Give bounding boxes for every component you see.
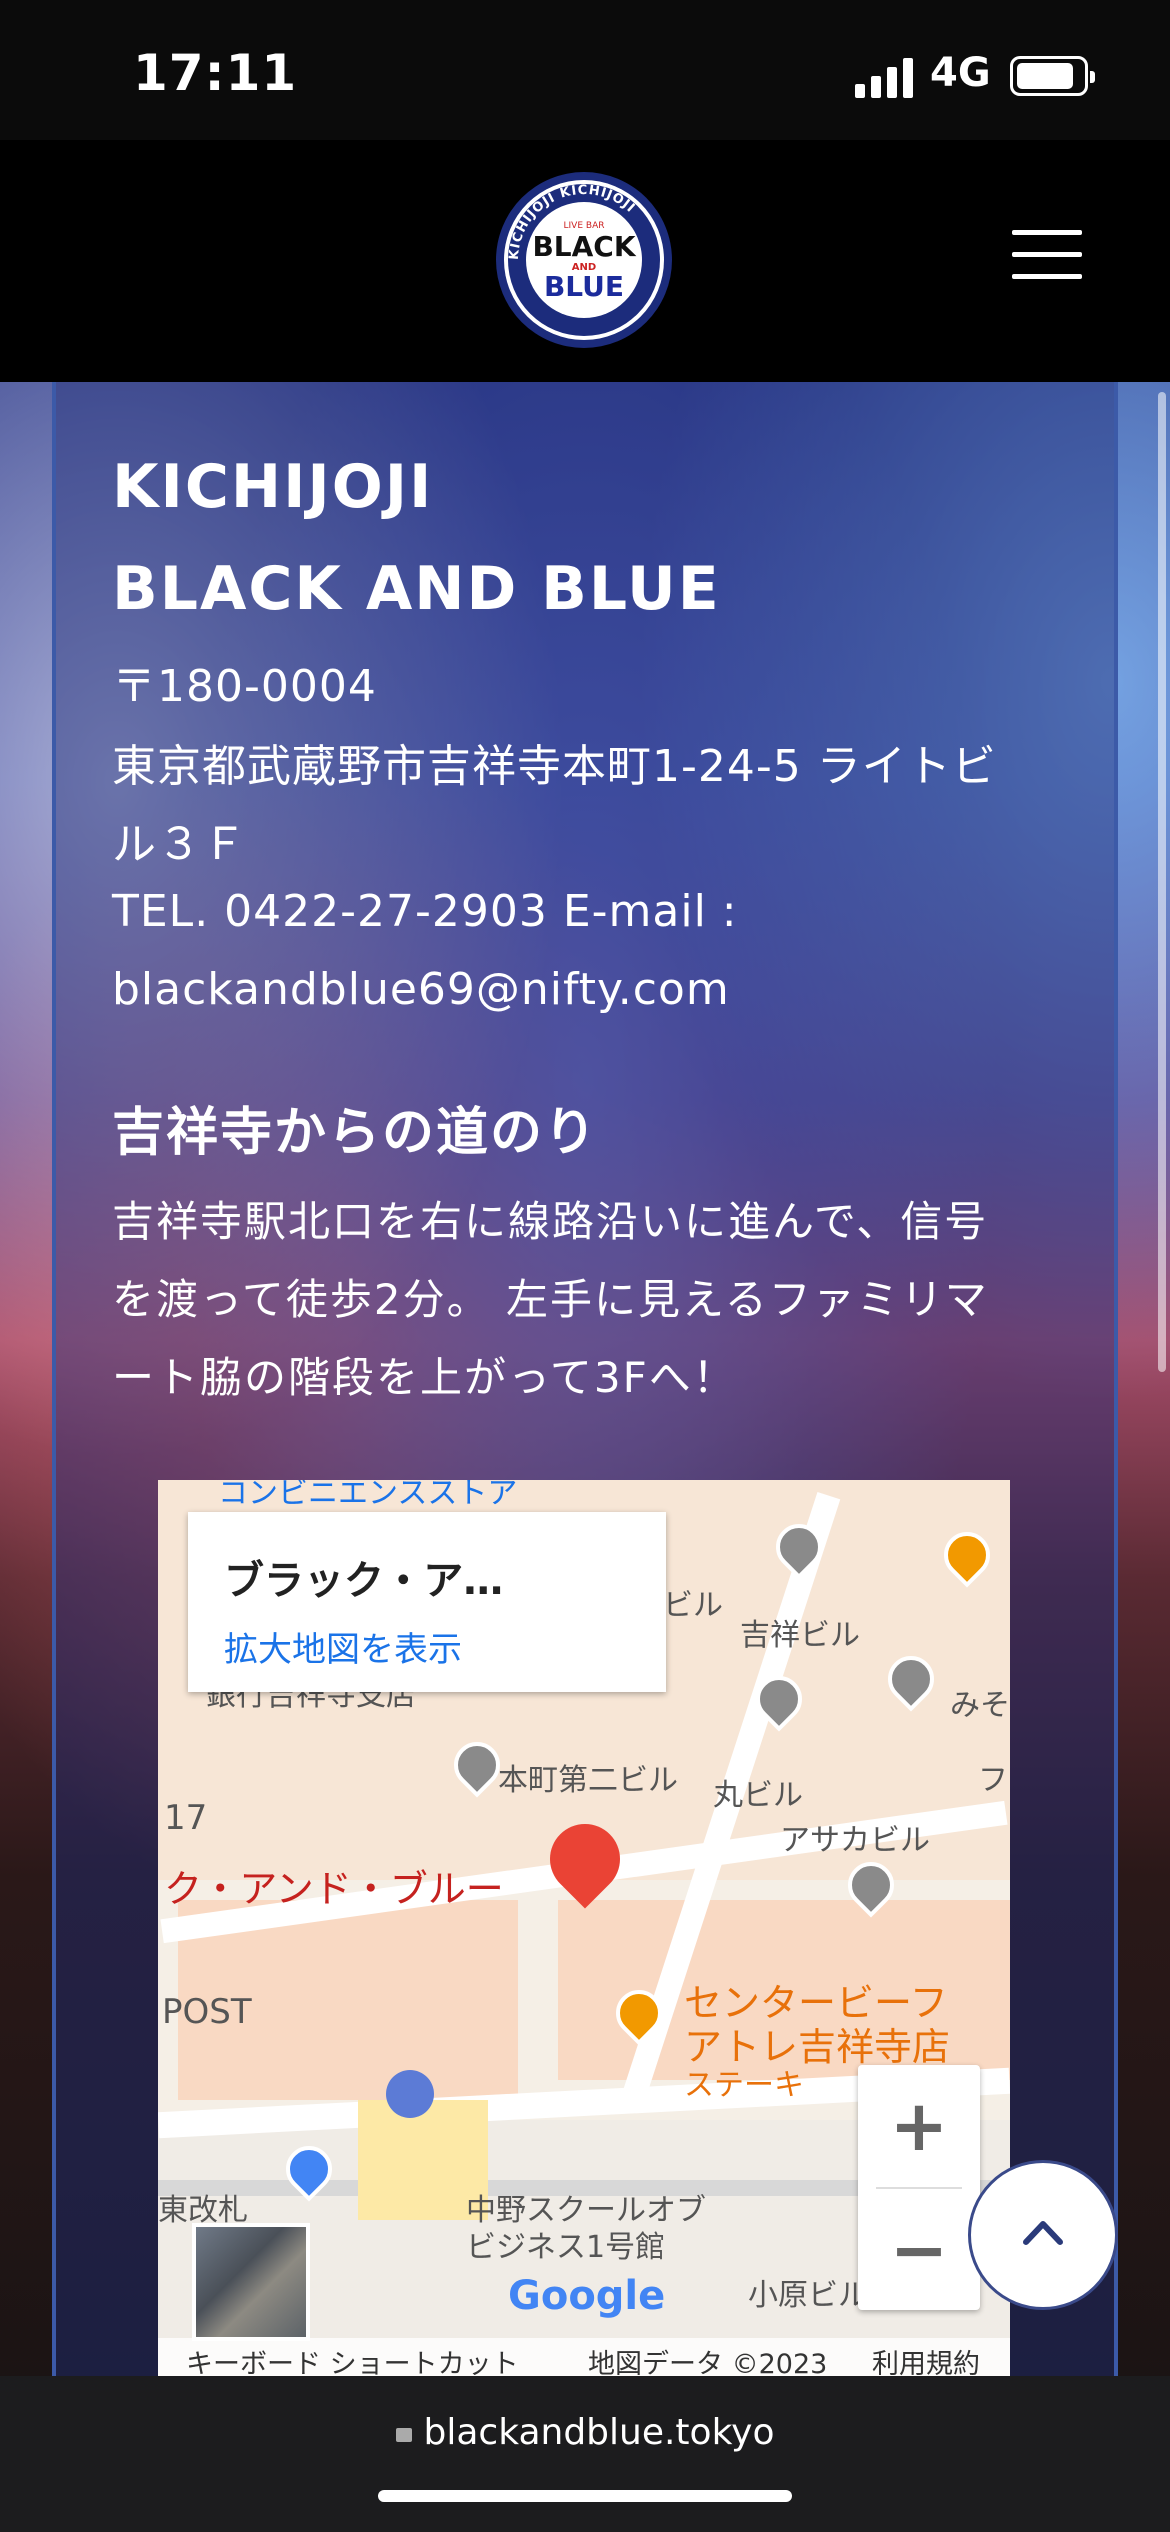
- postal-code: 〒180-0004: [112, 661, 377, 712]
- network-label: 4G: [930, 50, 991, 96]
- chevron-up-icon: [1023, 2221, 1063, 2245]
- map-label: みそ: [950, 1688, 1010, 1723]
- page-scrollbar[interactable]: [1158, 392, 1166, 1372]
- google-logo: Google: [508, 2273, 666, 2319]
- status-time: 17:11: [133, 44, 298, 102]
- map-label: 小原ビル: [748, 2278, 868, 2313]
- map-label: コンビニエンスストア: [218, 1480, 518, 1511]
- place-name: ブラック・ア…: [224, 1558, 504, 1604]
- map-label: POST: [162, 1992, 252, 2032]
- signal-icon: [855, 58, 913, 98]
- map-label: 丸ビル: [713, 1778, 803, 1813]
- map-label: ビル: [663, 1588, 723, 1623]
- map-label: 本町第二ビル: [498, 1763, 678, 1798]
- directions-line1: 吉祥寺駅北口を右に線路沿いに進んで、信号: [112, 1197, 989, 1246]
- address-line2: ル３Ｆ: [112, 819, 247, 870]
- directions-line2: を渡って徒歩2分。 左手に見えるファミリマ: [112, 1275, 989, 1324]
- map-label: アサカビル: [780, 1823, 930, 1858]
- browser-bottom-bar: blackandblue.tokyo: [0, 2376, 1170, 2532]
- directions-line3: ート脇の階段を上がって3Fへ！: [112, 1353, 737, 1402]
- map-label: 17: [164, 1798, 208, 1838]
- site-header: KICHIJOJI KICHIJOJI LIVE BAR BLACK AND B…: [0, 140, 1170, 382]
- google-map[interactable]: コンビニエンスストア 銀行吉祥寺支店 ビル 吉祥ビル みそ 本町第二ビル 丸ビル…: [158, 1480, 1010, 2376]
- back-to-top-button[interactable]: [968, 2160, 1118, 2310]
- view-larger-map-link[interactable]: 拡大地図を表示: [224, 1622, 462, 1671]
- lock-icon: [395, 2428, 412, 2442]
- transit-icon[interactable]: [386, 2070, 434, 2118]
- map-label: 吉祥ビル: [740, 1618, 860, 1653]
- satellite-view-toggle[interactable]: [192, 2223, 310, 2341]
- hamburger-menu-icon[interactable]: [1012, 230, 1082, 280]
- map-data-label: 地図データ ©2023: [588, 2349, 828, 2376]
- home-indicator[interactable]: [378, 2490, 792, 2502]
- email-link[interactable]: blackandblue69@nifty.com: [112, 964, 730, 1015]
- directions-heading: 吉祥寺からの道のり: [112, 1103, 599, 1163]
- tel-line[interactable]: TEL. 0422-27-2903 E-mail :: [112, 886, 738, 937]
- zoom-controls: + −: [858, 2065, 980, 2310]
- address-line1: 東京都武蔵野市吉祥寺本町1-24-5 ライトビ: [112, 741, 997, 792]
- venue-title-line2: BLACK AND BLUE: [112, 554, 721, 624]
- restaurant-category: ステーキ: [684, 2068, 804, 2103]
- status-bar: 17:11 4G: [0, 0, 1170, 140]
- terms-link[interactable]: 利用規約: [872, 2342, 980, 2376]
- zoom-in-button[interactable]: +: [858, 2065, 980, 2187]
- map-attribution: キーボード ショートカット 地図データ ©2023 利用規約: [158, 2338, 1010, 2376]
- address-bar[interactable]: blackandblue.tokyo: [0, 2412, 1170, 2453]
- svg-text:BLACK: BLACK: [532, 230, 636, 263]
- svg-text:BLUE: BLUE: [544, 270, 624, 303]
- map-info-card: ブラック・ア… 拡大地図を表示: [188, 1512, 666, 1692]
- map-label: フ: [978, 1763, 1008, 1798]
- venue-title-line1: KICHIJOJI: [112, 452, 434, 522]
- battery-icon: [1010, 56, 1095, 96]
- keyboard-shortcuts-link[interactable]: キーボード ショートカット: [186, 2342, 519, 2376]
- url-text: blackandblue.tokyo: [423, 2412, 775, 2453]
- logo-icon[interactable]: KICHIJOJI KICHIJOJI LIVE BAR BLACK AND B…: [494, 170, 674, 350]
- place-label: ク・アンド・ブルー: [164, 1867, 504, 1911]
- zoom-out-button[interactable]: −: [858, 2189, 980, 2311]
- map-label: ビジネス1号館: [466, 2230, 666, 2265]
